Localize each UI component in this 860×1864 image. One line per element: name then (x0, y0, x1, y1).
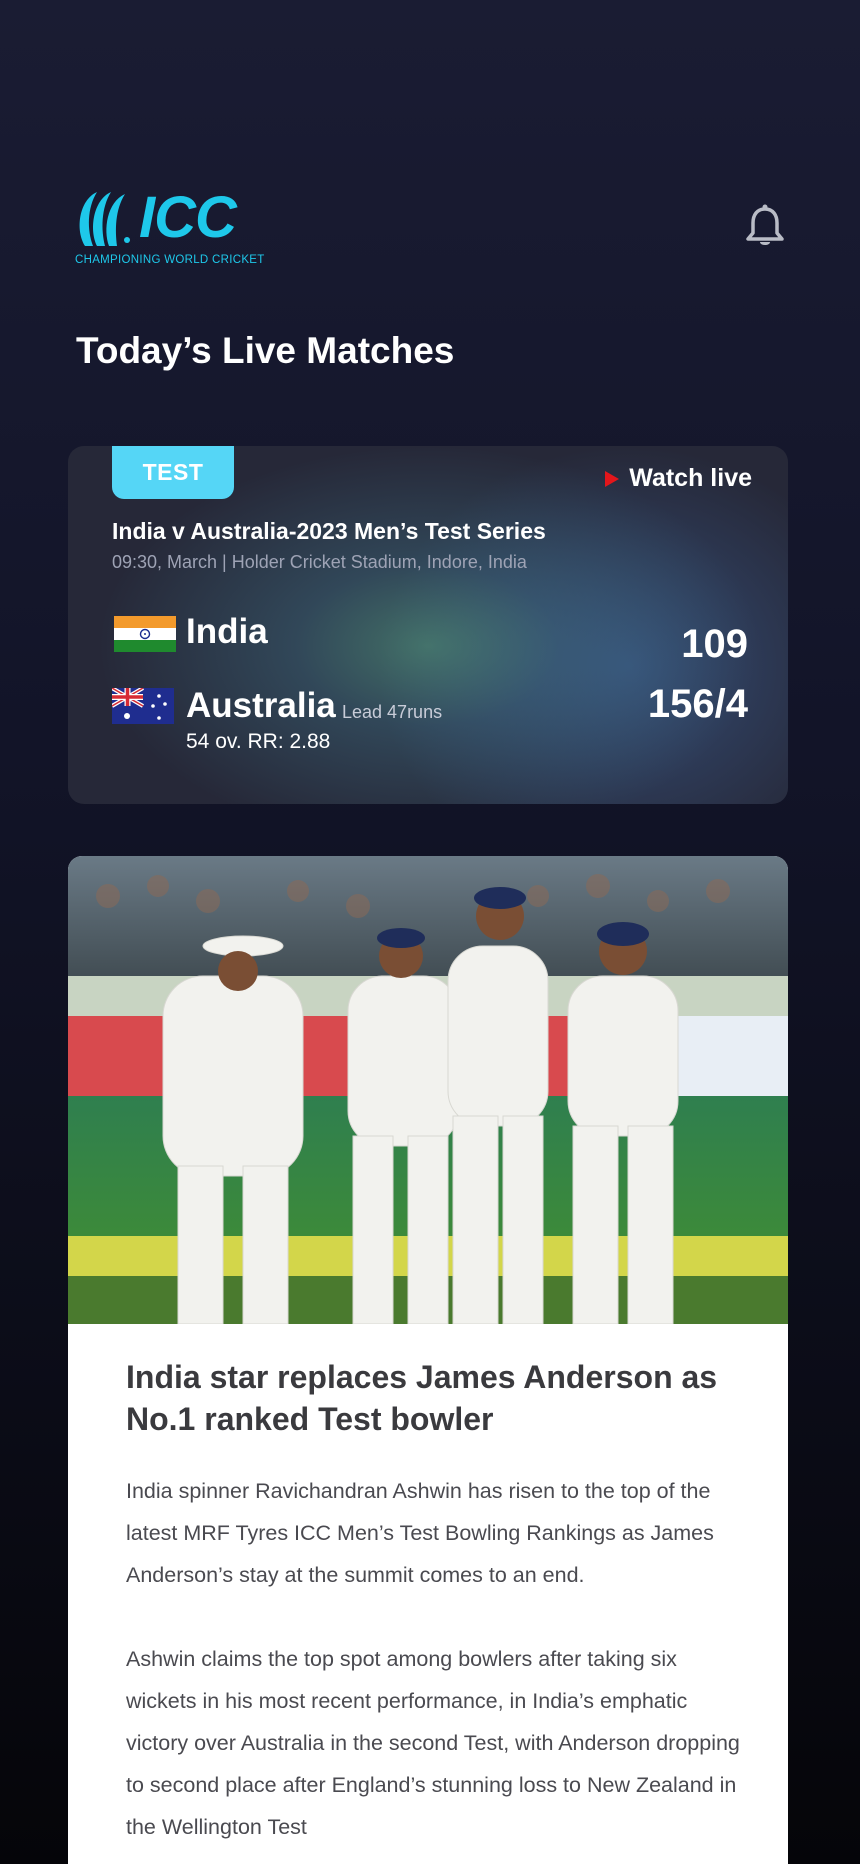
india-flag-icon (114, 616, 176, 652)
section-title: Today’s Live Matches (76, 330, 455, 371)
team2-name: Australia (186, 686, 336, 725)
australia-flag-icon (112, 688, 174, 724)
team2-lead: Lead 47runs (342, 702, 443, 722)
notification-bell-icon[interactable] (744, 203, 786, 249)
news-image[interactable] (68, 856, 788, 1324)
icc-logo-mark-icon (79, 192, 130, 246)
match-meta: 09:30, March | Holder Cricket Stadium, I… (112, 552, 527, 572)
news-card[interactable]: India star replaces James Anderson as No… (68, 856, 788, 1864)
team2-score: 156/4 (647, 682, 748, 726)
watch-live-button[interactable]: Watch live (605, 464, 752, 493)
team1-score: 109 (681, 622, 748, 666)
live-match-card[interactable]: TEST Watch live India v Australia-2023 M… (68, 446, 788, 804)
series-title: India v Australia-2023 Men’s Test Series (112, 518, 546, 544)
match-format-badge: TEST (112, 446, 234, 499)
icc-logo[interactable]: ICC CHAMPIONING WORLD CRICKET (75, 185, 264, 270)
team2-overs: 54 ov. RR: 2.88 (186, 730, 331, 753)
watch-live-label: Watch live (629, 464, 752, 492)
play-icon (605, 470, 620, 487)
team1-name: India (186, 612, 268, 651)
logo-text: ICC (139, 185, 237, 250)
news-paragraph-1: India spinner Ravichandran Ashwin has ri… (126, 1479, 714, 1587)
news-title[interactable]: India star replaces James Anderson as No… (126, 1356, 736, 1440)
logo-tagline: CHAMPIONING WORLD CRICKET (75, 254, 265, 266)
news-paragraph-2: Ashwin claims the top spot among bowlers… (126, 1647, 740, 1839)
